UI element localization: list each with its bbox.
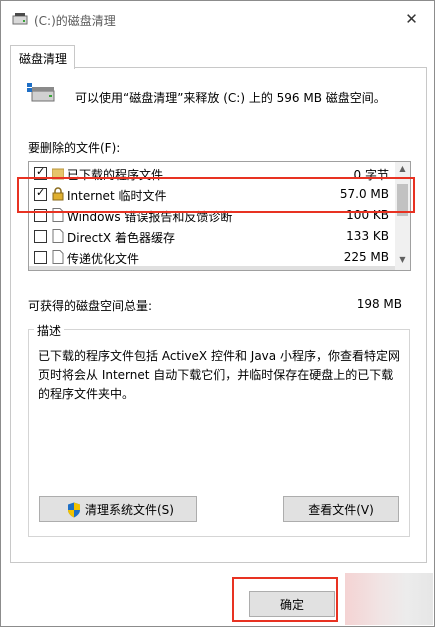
close-icon[interactable]: ✕ bbox=[389, 1, 434, 37]
window-title: (C:)的磁盘清理 bbox=[34, 14, 116, 28]
scroll-up-icon[interactable]: ▲ bbox=[395, 164, 410, 176]
clean-system-files-button[interactable]: 清理系统文件(S) bbox=[39, 496, 197, 522]
file-size: 133 KB bbox=[346, 229, 389, 243]
drive-icon bbox=[12, 13, 28, 25]
intro-text: 可以使用“磁盘清理”来释放 (C:) 上的 596 MB 磁盘空间。 bbox=[75, 91, 386, 105]
annotation-highlight bbox=[232, 577, 338, 622]
title-bar[interactable]: (C:)的磁盘清理 ✕ bbox=[1, 1, 434, 37]
list-item[interactable]: 传递优化文件 225 MB bbox=[29, 247, 395, 268]
tab-label: 磁盘清理 bbox=[19, 52, 68, 66]
checkbox[interactable] bbox=[34, 251, 47, 264]
uac-shield-icon bbox=[68, 502, 80, 518]
description-legend: 描述 bbox=[34, 322, 65, 339]
file-name: DirectX 着色器缓存 bbox=[67, 231, 175, 245]
tab-disk-cleanup[interactable]: 磁盘清理 bbox=[10, 45, 75, 69]
disk-cleanup-drive-icon bbox=[27, 83, 55, 102]
file-size: 225 MB bbox=[343, 250, 389, 264]
description-text: 已下载的程序文件包括 ActiveX 控件和 Java 小程序，你查看特定网页时… bbox=[38, 349, 400, 401]
list-item[interactable]: DirectX 着色器缓存 133 KB bbox=[29, 226, 395, 247]
horizontal-scrollbar[interactable] bbox=[29, 266, 395, 270]
view-files-button[interactable]: 查看文件(V) bbox=[283, 496, 399, 522]
files-to-delete-label: 要删除的文件(F): bbox=[28, 141, 121, 155]
checkbox[interactable] bbox=[34, 230, 47, 243]
file-icon bbox=[52, 229, 64, 243]
file-name: 传递优化文件 bbox=[67, 252, 140, 266]
space-gained-label: 可获得的磁盘空间总量: bbox=[28, 299, 153, 313]
disk-cleanup-window: (C:)的磁盘清理 ✕ 磁盘清理 可以使用“磁盘清理”来释放 (C:) 上的 5… bbox=[0, 0, 435, 627]
file-icon bbox=[52, 250, 64, 264]
annotation-highlight bbox=[17, 177, 415, 213]
scroll-down-icon[interactable]: ▼ bbox=[395, 255, 410, 267]
obscured-area bbox=[345, 573, 433, 625]
clean-system-files-label: 清理系统文件(S) bbox=[85, 503, 174, 517]
space-gained-value: 198 MB bbox=[356, 297, 402, 311]
